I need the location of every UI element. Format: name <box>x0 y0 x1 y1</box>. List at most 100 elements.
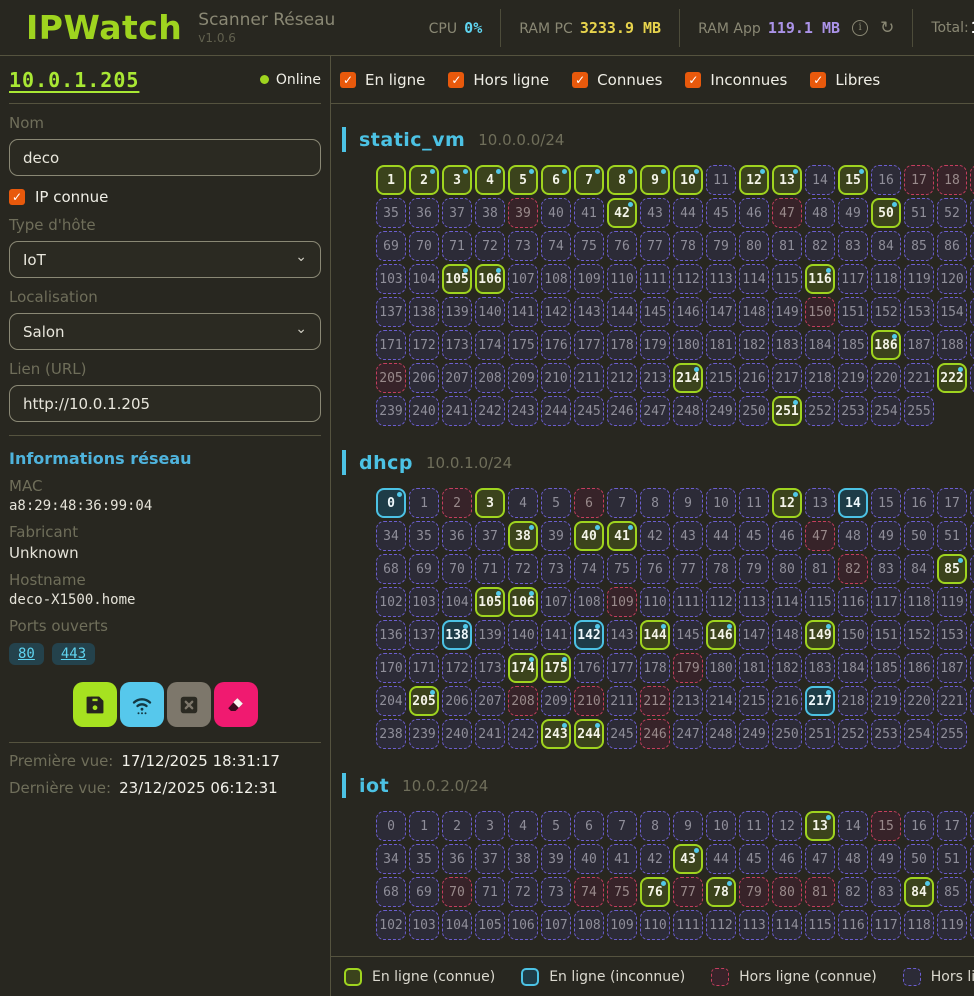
ip-cell[interactable]: 76 <box>607 231 637 261</box>
ip-cell[interactable]: 86 <box>970 877 974 907</box>
ip-cell[interactable]: 11 <box>706 165 736 195</box>
ip-cell[interactable]: 1 <box>376 165 406 195</box>
ip-cell[interactable]: 241 <box>475 719 505 749</box>
ip-cell[interactable]: 113 <box>739 587 769 617</box>
ip-cell[interactable]: 36 <box>442 521 472 551</box>
ip-cell[interactable]: 77 <box>640 231 670 261</box>
ip-cell[interactable]: 104 <box>442 587 472 617</box>
ip-cell[interactable]: 176 <box>541 330 571 360</box>
ip-cell[interactable]: 2 <box>442 488 472 518</box>
ip-cell[interactable]: 76 <box>640 877 670 907</box>
ip-cell[interactable]: 45 <box>739 521 769 551</box>
ip-cell[interactable]: 74 <box>574 554 604 584</box>
ip-cell[interactable]: 110 <box>640 910 670 940</box>
ip-cell[interactable]: 78 <box>673 231 703 261</box>
ip-cell[interactable]: 72 <box>508 877 538 907</box>
ip-cell[interactable]: 119 <box>904 264 934 294</box>
ip-cell[interactable]: 177 <box>607 653 637 683</box>
ip-cell[interactable]: 152 <box>871 297 901 327</box>
ip-cell[interactable]: 105 <box>475 910 505 940</box>
ip-cell[interactable]: 39 <box>541 521 571 551</box>
ip-cell[interactable]: 74 <box>541 231 571 261</box>
ip-cell[interactable]: 141 <box>508 297 538 327</box>
ip-cell[interactable]: 17 <box>937 488 967 518</box>
link-input[interactable] <box>9 385 321 422</box>
ip-cell[interactable]: 143 <box>574 297 604 327</box>
ip-cell[interactable]: 143 <box>607 620 637 650</box>
ip-cell[interactable]: 4 <box>475 165 505 195</box>
ip-cell[interactable]: 220 <box>871 363 901 393</box>
ip-cell[interactable]: 245 <box>574 396 604 426</box>
ip-cell[interactable]: 171 <box>409 653 439 683</box>
ip-cell[interactable]: 240 <box>409 396 439 426</box>
ip-cell[interactable]: 208 <box>475 363 505 393</box>
ip-cell[interactable]: 115 <box>772 264 802 294</box>
ip-cell[interactable]: 211 <box>574 363 604 393</box>
ip-cell[interactable]: 79 <box>706 231 736 261</box>
ip-cell[interactable]: 183 <box>805 653 835 683</box>
ip-cell[interactable]: 219 <box>838 363 868 393</box>
location-select[interactable]: Salon ⌄ <box>9 313 321 350</box>
ip-cell[interactable]: 106 <box>508 587 538 617</box>
ip-cell[interactable]: 238 <box>376 719 406 749</box>
ip-cell[interactable]: 252 <box>838 719 868 749</box>
ip-cell[interactable]: 179 <box>673 653 703 683</box>
ip-cell[interactable]: 108 <box>541 264 571 294</box>
ip-cell[interactable]: 69 <box>409 877 439 907</box>
ip-cell[interactable]: 50 <box>904 521 934 551</box>
ip-cell[interactable]: 140 <box>475 297 505 327</box>
ip-cell[interactable]: 179 <box>640 330 670 360</box>
ip-cell[interactable]: 107 <box>541 910 571 940</box>
ip-cell[interactable]: 51 <box>937 521 967 551</box>
ip-cell[interactable]: 69 <box>409 554 439 584</box>
ip-cell[interactable]: 72 <box>475 231 505 261</box>
ip-cell[interactable]: 16 <box>871 165 901 195</box>
ip-cell[interactable]: 6 <box>574 488 604 518</box>
ip-cell[interactable]: 210 <box>541 363 571 393</box>
filter-checkbox-inconnues[interactable]: ✓Inconnues <box>685 71 787 89</box>
ip-cell[interactable]: 52 <box>937 198 967 228</box>
ip-cell[interactable]: 12 <box>739 165 769 195</box>
ip-cell[interactable]: 188 <box>970 653 974 683</box>
ip-cell[interactable]: 52 <box>970 521 974 551</box>
ip-cell[interactable]: 35 <box>376 198 406 228</box>
ip-cell[interactable]: 1 <box>409 488 439 518</box>
ip-cell[interactable]: 12 <box>772 811 802 841</box>
ip-cell[interactable]: 183 <box>772 330 802 360</box>
ip-cell[interactable]: 102 <box>376 910 406 940</box>
ip-cell[interactable]: 116 <box>838 587 868 617</box>
ip-cell[interactable]: 188 <box>937 330 967 360</box>
ip-cell[interactable]: 11 <box>739 488 769 518</box>
ip-cell[interactable]: 176 <box>574 653 604 683</box>
name-input[interactable] <box>9 139 321 176</box>
ip-cell[interactable]: 85 <box>904 231 934 261</box>
ip-cell[interactable]: 112 <box>706 587 736 617</box>
ip-cell[interactable]: 6 <box>574 811 604 841</box>
ip-cell[interactable]: 175 <box>508 330 538 360</box>
ip-cell[interactable]: 75 <box>607 877 637 907</box>
ip-cell[interactable]: 139 <box>475 620 505 650</box>
ip-cell[interactable]: 108 <box>574 587 604 617</box>
ip-cell[interactable]: 184 <box>805 330 835 360</box>
ip-cell[interactable]: 155 <box>970 297 974 327</box>
ip-cell[interactable]: 147 <box>739 620 769 650</box>
ip-cell[interactable]: 213 <box>640 363 670 393</box>
ip-cell[interactable]: 105 <box>475 587 505 617</box>
ip-cell[interactable]: 43 <box>673 844 703 874</box>
ip-cell[interactable]: 250 <box>739 396 769 426</box>
ip-cell[interactable]: 178 <box>607 330 637 360</box>
ip-cell[interactable]: 81 <box>805 554 835 584</box>
ip-cell[interactable]: 51 <box>937 844 967 874</box>
ip-cell[interactable]: 104 <box>442 910 472 940</box>
ip-cell[interactable]: 185 <box>871 653 901 683</box>
ip-cell[interactable]: 38 <box>475 198 505 228</box>
ip-cell[interactable]: 244 <box>574 719 604 749</box>
ip-cell[interactable]: 15 <box>871 488 901 518</box>
ip-cell[interactable]: 255 <box>937 719 967 749</box>
ip-cell[interactable]: 103 <box>409 910 439 940</box>
ip-cell[interactable]: 209 <box>508 363 538 393</box>
ip-cell[interactable]: 10 <box>673 165 703 195</box>
ip-cell[interactable]: 3 <box>442 165 472 195</box>
ip-cell[interactable]: 5 <box>508 165 538 195</box>
ip-cell[interactable]: 82 <box>838 554 868 584</box>
